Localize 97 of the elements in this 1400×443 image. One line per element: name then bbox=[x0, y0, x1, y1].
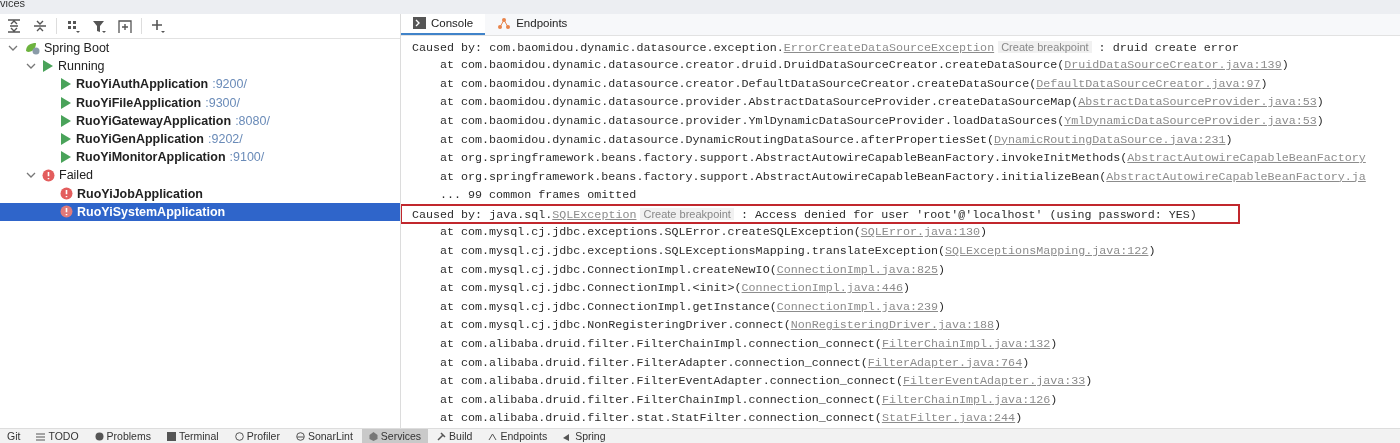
tool-window-tab[interactable]: Terminal bbox=[159, 429, 226, 443]
circle-icon bbox=[234, 431, 244, 441]
stack-trace-line: at com.baomidou.dynamic.datasource.provider.AbstractDataSourceProvider.createDataSourceMap(AbstractDataSourceProvider.java:53) bbox=[439, 94, 1325, 112]
stack-trace-line: at com.baomidou.dynamic.datasource.creator.DefaultDataSourceCreator.createDataSource(DefaultDataSourceCreator.java:97) bbox=[439, 75, 1269, 93]
tool-window-tab[interactable]: Git bbox=[0, 429, 28, 443]
hexagon-icon bbox=[368, 431, 378, 441]
tab[interactable]: Endpoints bbox=[485, 14, 580, 35]
source-link[interactable]: FilterAdapter.java:764 bbox=[867, 355, 1023, 370]
hammer-icon bbox=[437, 431, 447, 441]
stack-trace-line: at com.mysql.cj.jdbc.ConnectionImpl.<init>(ConnectionImpl.java:446) bbox=[439, 280, 911, 298]
endpoints-icon bbox=[497, 16, 512, 30]
port-link[interactable]: :9202/ bbox=[208, 132, 243, 147]
source-link[interactable]: NonRegisteringDriver.java:188 bbox=[790, 318, 995, 333]
dot-icon bbox=[94, 431, 104, 441]
error-icon bbox=[60, 205, 73, 219]
port-link[interactable]: :9100/ bbox=[229, 150, 265, 165]
collapse-all-icon bbox=[32, 18, 48, 34]
stack-trace-line: at com.mysql.cj.jdbc.NonRegisteringDriver.connect(NonRegisteringDriver.java:188) bbox=[439, 317, 1003, 335]
source-link[interactable]: FilterEventAdapter.java:33 bbox=[902, 374, 1086, 389]
tool-window-tab[interactable]: Build bbox=[430, 429, 480, 443]
stack-trace-line: at org.springframework.beans.factory.support.AbstractAutowireCapableBeanFactory.initializeBean(AbstractAutowireCapableBeanFactory.ja bbox=[439, 168, 1367, 186]
port-link[interactable]: :9200/ bbox=[212, 77, 247, 92]
source-link[interactable]: FilterChainImpl.java:132 bbox=[881, 337, 1051, 352]
stack-trace-line: at com.mysql.cj.jdbc.ConnectionImpl.getInstance(ConnectionImpl.java:239) bbox=[439, 298, 946, 316]
circle-icon bbox=[295, 431, 305, 441]
stack-trace-line: at com.mysql.cj.jdbc.ConnectionImpl.createNewIO(ConnectionImpl.java:825) bbox=[439, 261, 946, 279]
stack-trace-line: at com.alibaba.druid.filter.FilterEventAdapter.connection_connect(FilterEventAdapter.java:33) bbox=[439, 373, 1094, 391]
tree-item[interactable]: RuoYiAuthApplication :9200/ bbox=[0, 75, 400, 94]
list-icon bbox=[36, 431, 46, 441]
play-icon bbox=[42, 60, 54, 73]
console-icon bbox=[413, 17, 426, 30]
spring-leaf-icon bbox=[24, 41, 40, 56]
stack-trace-line: at com.baomidou.dynamic.datasource.provider.YmlDynamicDataSourceProvider.loadDataSources(YmlDynamicDataSourceProvider.java:53) bbox=[439, 112, 1325, 130]
tree-item[interactable]: RuoYiSystemApplication bbox=[0, 202, 400, 221]
port-link[interactable]: :9300/ bbox=[205, 95, 240, 110]
filter-icon bbox=[91, 18, 107, 34]
source-link[interactable]: AbstractAutowireCapableBeanFactory.ja bbox=[1106, 169, 1366, 184]
source-link[interactable]: SQLExceptionsMapping.java:122 bbox=[945, 244, 1149, 259]
play-icon bbox=[60, 114, 72, 127]
play-icon bbox=[60, 133, 72, 146]
tree-item[interactable]: RuoYiFileApplication :9300/ bbox=[0, 93, 400, 112]
source-link[interactable]: DruidDataSourceCreator.java:139 bbox=[1064, 58, 1282, 73]
source-link[interactable]: SQLError.java:130 bbox=[860, 225, 981, 240]
stack-trace-line: at com.mysql.cj.jdbc.exceptions.SQLExceptionsMapping.translateException(SQLExceptionsMapping.java:122) bbox=[439, 243, 1157, 261]
error-icon bbox=[60, 187, 73, 201]
stack-trace-line: at com.alibaba.druid.filter.FilterChainImpl.connection_connect(FilterChainImpl.java:126) bbox=[439, 391, 1059, 409]
terminal-icon bbox=[166, 431, 176, 441]
tree-item[interactable]: Spring Boot bbox=[0, 39, 400, 58]
play-icon bbox=[60, 96, 72, 109]
tree-item[interactable]: RuoYiGatewayApplication :8080/ bbox=[0, 111, 400, 130]
source-link[interactable]: ConnectionImpl.java:825 bbox=[776, 262, 938, 277]
tool-window-tab[interactable]: Services bbox=[361, 429, 429, 443]
add-icon bbox=[150, 18, 166, 34]
source-link[interactable]: SQLException bbox=[552, 207, 637, 222]
stack-trace-line: at com.alibaba.druid.filter.stat.StatFilter.connection_connect(StatFilter.java:244) bbox=[439, 410, 1024, 428]
stack-trace-line: at org.springframework.beans.factory.support.AbstractAutowireCapableBeanFactory.invokeInitMethods(AbstractAutowireCapableBeanFactory bbox=[439, 150, 1367, 168]
tree-item[interactable]: RuoYiJobApplication bbox=[0, 184, 400, 203]
play-icon bbox=[60, 151, 72, 164]
create-breakpoint-link[interactable]: Create breakpoint bbox=[640, 207, 734, 220]
expand-all-icon bbox=[6, 18, 22, 34]
endpoints-icon bbox=[488, 431, 498, 441]
source-link[interactable]: FilterChainImpl.java:126 bbox=[881, 392, 1051, 407]
source-link[interactable]: DefaultDataSourceCreator.java:97 bbox=[1036, 76, 1261, 91]
source-link[interactable]: DynamicRoutingDataSource.java:231 bbox=[994, 132, 1226, 147]
error-icon bbox=[42, 168, 55, 182]
tree-item[interactable]: RuoYiMonitorApplication :9100/ bbox=[0, 148, 400, 167]
stack-trace-line: at com.mysql.cj.jdbc.exceptions.SQLError.createSQLException(SQLError.java:130) bbox=[439, 224, 989, 242]
tree-item[interactable]: Failed bbox=[0, 166, 400, 185]
exception-line: Caused by: java.sql.SQLException Create breakpoint : Access denied for user 'root'@'localhost' (using password: YES) bbox=[401, 204, 1239, 224]
port-link[interactable]: :8080/ bbox=[235, 113, 270, 128]
tool-window-tab[interactable]: Profiler bbox=[227, 429, 287, 443]
tool-window-tab[interactable]: TODO bbox=[29, 429, 86, 443]
stack-trace-line: at com.baomidou.dynamic.datasource.DynamicRoutingDataSource.afterPropertiesSet(DynamicRoutingDataSource.java:231) bbox=[439, 131, 1234, 149]
tab[interactable]: Console bbox=[401, 14, 486, 35]
stack-trace-line: at com.baomidou.dynamic.datasource.creator.druid.DruidDataSourceCreator.createDataSource(DruidDataSourceCreator.java:139) bbox=[439, 57, 1290, 75]
create-breakpoint-link[interactable]: Create breakpoint bbox=[998, 40, 1092, 53]
source-link[interactable]: AbstractDataSourceProvider.java:53 bbox=[1078, 95, 1317, 110]
tool-window-tab[interactable]: Problems bbox=[87, 429, 158, 443]
stack-trace-line: at com.alibaba.druid.filter.FilterAdapter.connection_connect(FilterAdapter.java:764) bbox=[439, 354, 1031, 372]
tool-window-tab[interactable]: Spring bbox=[556, 429, 613, 443]
source-link[interactable]: AbstractAutowireCapableBeanFactory bbox=[1127, 151, 1366, 166]
tree-item[interactable]: RuoYiGenApplication :9202/ bbox=[0, 129, 400, 149]
source-link[interactable]: ConnectionImpl.java:239 bbox=[776, 299, 938, 314]
tree-item[interactable]: Running bbox=[0, 57, 400, 76]
source-link[interactable]: StatFilter.java:244 bbox=[881, 411, 1016, 426]
group-icon bbox=[65, 18, 81, 34]
source-link[interactable]: YmlDynamicDataSourceProvider.java:53 bbox=[1064, 113, 1317, 128]
stack-trace-line: ... 99 common frames omitted bbox=[439, 187, 638, 205]
source-link[interactable]: ConnectionImpl.java:446 bbox=[741, 281, 903, 296]
exception-line: Caused by: com.baomidou.dynamic.datasource.exception.ErrorCreateDataSourceException Create breakpoint : druid create error bbox=[412, 39, 1240, 57]
tool-window-tab[interactable]: Endpoints bbox=[481, 429, 555, 443]
panel-title: vices bbox=[0, 0, 27, 9]
source-link[interactable]: ErrorCreateDataSourceException bbox=[783, 40, 995, 55]
stack-trace-line: at com.alibaba.druid.filter.FilterChainImpl.connection_connect(FilterChainImpl.java:132) bbox=[439, 336, 1059, 354]
tool-window-tab[interactable]: SonarLint bbox=[288, 429, 360, 443]
add-tab-icon bbox=[117, 18, 133, 34]
play-icon bbox=[60, 78, 72, 91]
